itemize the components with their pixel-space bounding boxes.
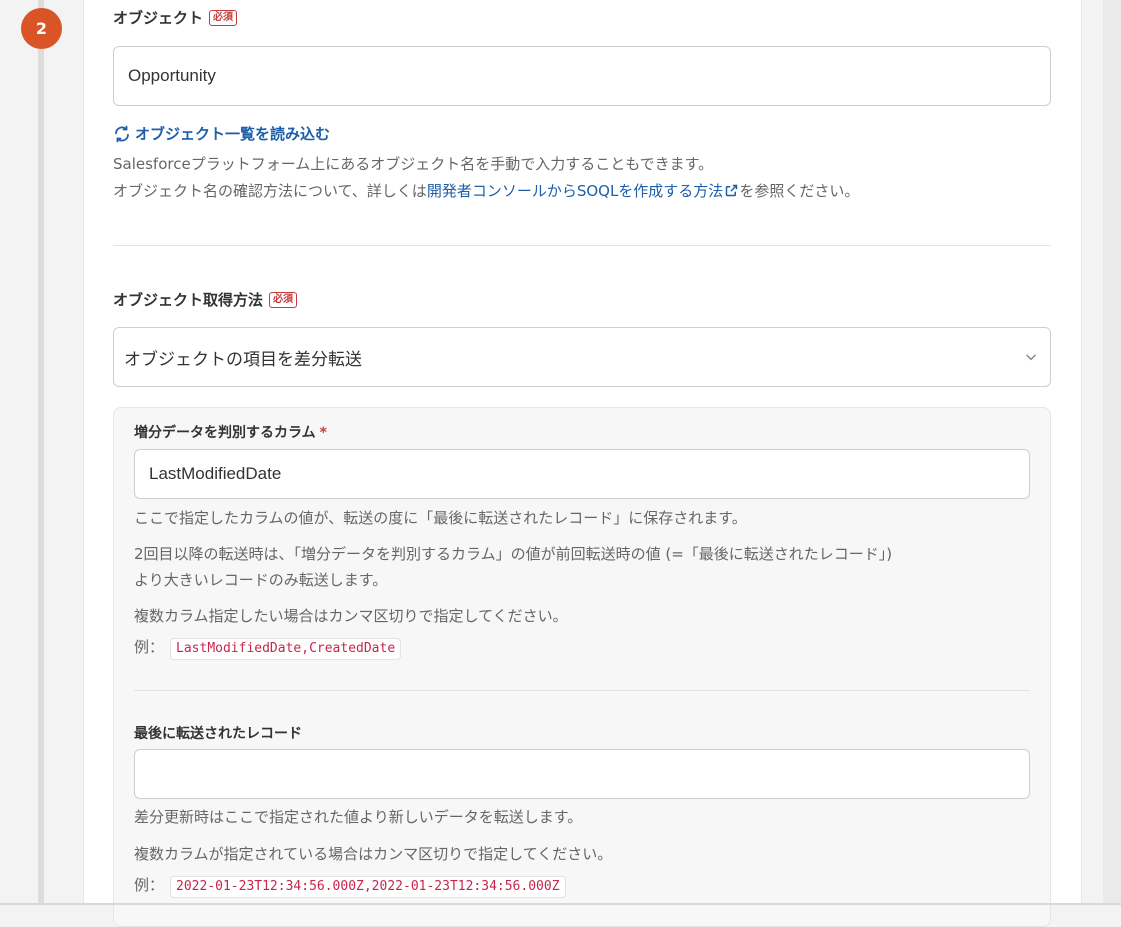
last-record-help-2: 複数カラムが指定されている場合はカンマ区切りで指定してください。 <box>134 845 613 863</box>
refresh-icon <box>115 125 129 142</box>
incremental-column-input[interactable]: LastModifiedDate <box>134 449 1030 499</box>
incremental-help-3: 複数カラム指定したい場合はカンマ区切りで指定してください。 <box>134 607 568 625</box>
incremental-column-label-text: 増分データを判別するカラム <box>134 425 316 441</box>
last-record-label: 最後に転送されたレコード <box>134 726 302 742</box>
object-label-text: オブジェクト <box>113 9 204 27</box>
required-badge: 必須 <box>209 9 238 26</box>
object-help-line2: オブジェクト名の確認方法について、詳しくは開発者コンソールからSOQLを作成する… <box>113 180 859 202</box>
object-help-text: オブジェクト名の確認方法について、詳しくは <box>113 182 427 200</box>
example-label: 例： <box>134 876 165 894</box>
method-label-text: オブジェクト取得方法 <box>113 291 264 309</box>
last-record-example: 例： 2022-01-23T12:34:56.000Z,2022-01-23T12… <box>134 872 566 898</box>
incremental-help-2a: 2回目以降の転送時は、「増分データを判別するカラム」の値が前回転送時の値 (=「… <box>134 545 893 563</box>
load-object-list-button[interactable]: オブジェクト一覧を読み込む <box>113 123 330 144</box>
required-asterisk: * <box>319 425 327 441</box>
example-code: 2022-01-23T12:34:56.000Z,2022-01-23T12:3… <box>170 876 566 898</box>
right-gutter <box>1103 0 1121 905</box>
last-record-help-1: 差分更新時はここで指定された値より新しいデータを転送します。 <box>134 808 583 826</box>
last-record-input[interactable] <box>134 749 1030 799</box>
object-help-line1: Salesforceプラットフォーム上にあるオブジェクト名を手動で入力することも… <box>113 155 714 173</box>
step-rail <box>38 0 44 905</box>
section-divider <box>113 245 1051 246</box>
object-label: オブジェクト 必須 <box>113 7 238 28</box>
example-code: LastModifiedDate,CreatedDate <box>170 638 402 660</box>
soql-guide-link[interactable]: 開発者コンソールからSOQLを作成する方法 <box>427 182 740 200</box>
load-object-list-label: オブジェクト一覧を読み込む <box>135 125 331 143</box>
example-label: 例： <box>134 638 165 656</box>
incremental-example: 例： LastModifiedDate,CreatedDate <box>134 634 402 660</box>
object-input[interactable]: Opportunity <box>113 46 1051 106</box>
method-label: オブジェクト取得方法 必須 <box>113 289 298 310</box>
step-number-badge: 2 <box>21 8 62 49</box>
method-select-value: オブジェクトの項目を差分転送 <box>124 349 362 370</box>
required-badge: 必須 <box>269 291 298 308</box>
soql-guide-link-text: 開発者コンソールからSOQLを作成する方法 <box>426 182 724 200</box>
incremental-help-1: ここで指定したカラムの値が、転送の度に「最後に転送されたレコード」に保存されます… <box>134 509 747 527</box>
external-link-icon <box>726 184 738 197</box>
incremental-help-2b: より大きいレコードのみ転送します。 <box>134 571 388 589</box>
object-help-text-end: を参照ください。 <box>739 182 860 200</box>
chevron-down-icon <box>1026 354 1036 361</box>
panel-divider <box>134 690 1030 691</box>
method-select[interactable]: オブジェクトの項目を差分転送 <box>113 327 1051 387</box>
incremental-column-label: 増分データを判別するカラム * <box>134 422 327 442</box>
